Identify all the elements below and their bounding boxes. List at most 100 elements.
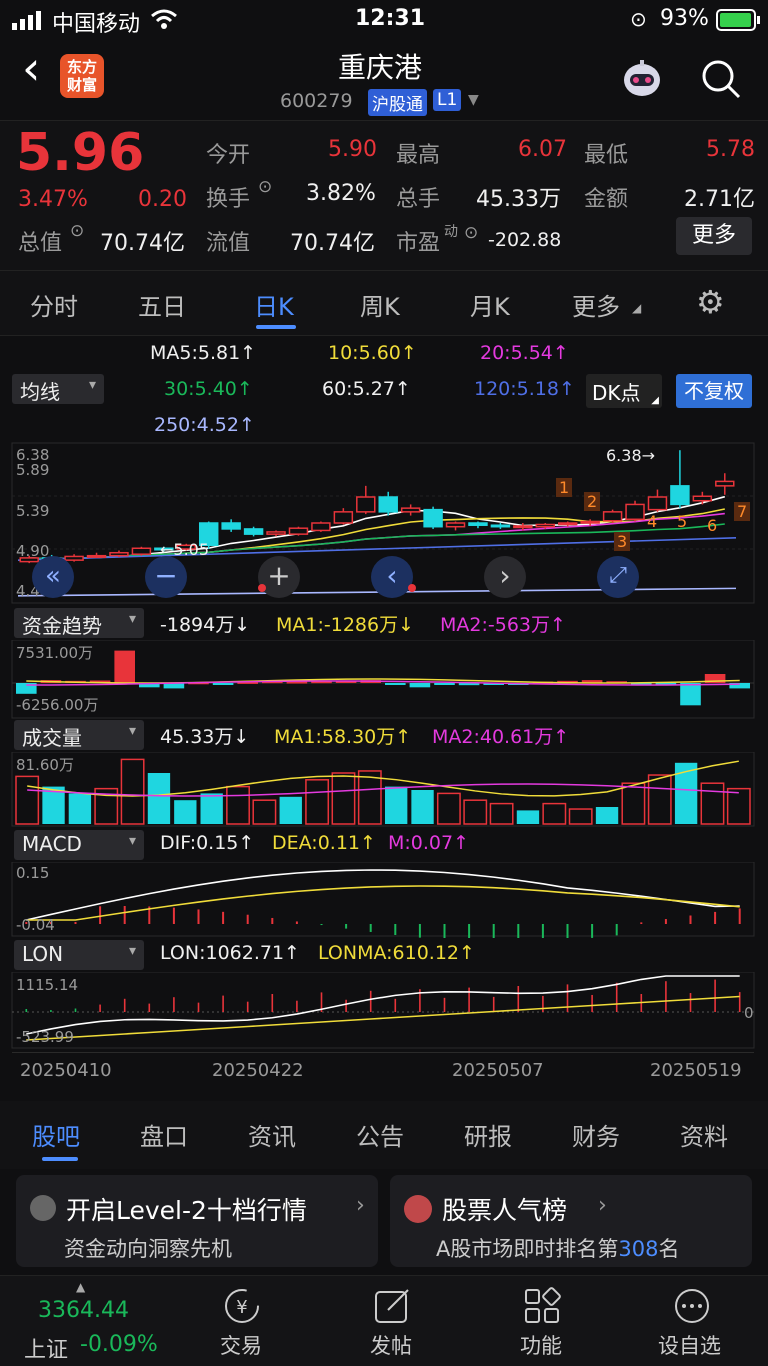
high-label: 最高	[396, 143, 441, 168]
capital-flow-chart[interactable]	[0, 640, 768, 720]
info-icon[interactable]: ⊙	[70, 221, 84, 241]
flow-bar	[434, 683, 455, 685]
pe-label: 市盈	[396, 231, 441, 256]
compose-icon[interactable]	[372, 1286, 412, 1326]
dk-marker[interactable]: 7	[734, 502, 751, 521]
chevron-down-icon[interactable]: ▼	[468, 92, 479, 108]
zoom-out-button[interactable]: −	[145, 556, 187, 598]
volume-value: 45.33万↓	[160, 726, 250, 748]
dk-marker[interactable]: 3	[614, 532, 631, 551]
pe-dynamic-sup: 动	[444, 224, 458, 240]
tab-five-day[interactable]: 五日	[138, 287, 186, 322]
lon-indicator-select[interactable]: LON	[14, 940, 144, 970]
trade-label[interactable]: 交易	[220, 1330, 262, 1360]
more-button[interactable]: 更多	[676, 217, 752, 255]
battery-icon	[716, 9, 760, 31]
volume-bar	[726, 787, 751, 825]
tab-news[interactable]: 资讯	[248, 1117, 296, 1152]
index-name[interactable]: 上证	[24, 1332, 68, 1364]
flow-indicator-select[interactable]: 资金趋势	[14, 608, 144, 638]
search-icon[interactable]	[700, 58, 742, 100]
volume-bar	[568, 808, 593, 825]
volume-top-label: 81.60万	[16, 756, 74, 774]
amount-label: 金额	[584, 187, 629, 212]
zoom-in-button[interactable]: +	[258, 556, 300, 598]
more-dots-icon[interactable]	[672, 1286, 712, 1326]
fullscreen-button[interactable]: ⤢	[597, 556, 639, 598]
ma-type-select[interactable]: 均线	[12, 374, 104, 404]
candle-body	[580, 520, 600, 524]
volume-bar	[305, 779, 330, 825]
dk-marker[interactable]: 4	[644, 512, 660, 531]
card-title: 开启Level-2十档行情	[66, 1196, 307, 1225]
volume-bar	[279, 796, 302, 824]
scroll-start-button[interactable]: «	[32, 556, 74, 598]
volume-bar	[200, 793, 223, 824]
lon-chart[interactable]	[0, 972, 768, 1052]
y-label: 5.39	[16, 502, 50, 520]
gear-icon[interactable]: ⚙	[696, 283, 725, 321]
candle-body	[243, 528, 264, 535]
info-icon[interactable]: ⊙	[464, 223, 478, 243]
tab-research[interactable]: 研报	[464, 1117, 512, 1152]
volume-bar	[463, 799, 488, 825]
candle-body	[715, 480, 735, 487]
scroll-right-button[interactable]: ›	[484, 556, 526, 598]
macd-indicator-select[interactable]: MACD	[14, 830, 144, 860]
amount-value: 2.71亿	[684, 187, 755, 212]
volume-chart[interactable]	[0, 752, 768, 828]
no-adjust-button[interactable]: 不复权	[676, 374, 752, 408]
add-watchlist-label[interactable]: 设自选	[658, 1330, 721, 1360]
tab-financials[interactable]: 财务	[572, 1117, 620, 1152]
chart-area: MA5:5.81↑ 10:5.60↑ 20:5.54↑ 均线 30:5.40↑ …	[0, 336, 768, 1101]
index-change[interactable]: -0.09%	[80, 1332, 158, 1357]
robot-assistant-icon[interactable]	[620, 58, 664, 100]
trade-icon[interactable]: ¥	[222, 1286, 262, 1326]
candle-body	[557, 522, 578, 526]
flow-bar	[385, 683, 406, 685]
volume-indicator-select[interactable]: 成交量	[14, 720, 144, 750]
grid-icon[interactable]	[522, 1286, 562, 1326]
dk-marker[interactable]: 2	[584, 492, 601, 511]
candle-body	[602, 511, 623, 522]
tab-order-book[interactable]: 盘口	[140, 1117, 188, 1152]
ma20-label: 20:5.54↑	[480, 342, 569, 364]
lonma-line	[26, 995, 740, 1041]
macd-chart[interactable]	[0, 862, 768, 938]
turnover-label: 换手	[206, 187, 251, 212]
dk-point-toggle[interactable]: DK点 ◢	[586, 374, 662, 408]
post-label[interactable]: 发帖	[370, 1330, 412, 1360]
functions-label[interactable]: 功能	[520, 1330, 562, 1360]
candle-body	[311, 522, 331, 532]
tab-guba[interactable]: 股吧	[32, 1117, 80, 1152]
dk-marker[interactable]: 6	[704, 516, 720, 535]
candle-body	[64, 555, 84, 561]
tab-intraday[interactable]: 分时	[30, 287, 78, 322]
low-value: 5.78	[706, 137, 755, 162]
tab-weekly-k[interactable]: 周K	[360, 287, 400, 322]
flow-top-label: 7531.00万	[16, 644, 94, 662]
signal-icon	[12, 11, 41, 30]
dk-marker[interactable]: 1	[556, 478, 573, 497]
index-value[interactable]: 3364.44	[38, 1298, 129, 1323]
tab-monthly-k[interactable]: 月K	[470, 287, 510, 322]
dk-marker[interactable]: 5	[674, 512, 690, 531]
macd-dif: DIF:0.15↑	[160, 832, 255, 854]
candle-body	[513, 525, 533, 529]
popularity-card[interactable]: 股票人气榜 › A股市场即时排名第308名	[390, 1175, 752, 1267]
info-icon[interactable]: ⊙	[258, 177, 272, 197]
stock-name: 重庆港	[338, 51, 423, 84]
tab-announcements[interactable]: 公告	[356, 1117, 404, 1152]
scroll-left-button[interactable]: ‹	[371, 556, 413, 598]
tab-more[interactable]: 更多	[572, 287, 620, 322]
lon-zero-label: 0	[744, 1004, 754, 1022]
tab-daily-k[interactable]: 日K	[254, 287, 294, 322]
tab-profile[interactable]: 资料	[680, 1117, 728, 1152]
volume-bar	[700, 782, 725, 825]
wifi-icon	[151, 9, 177, 29]
back-icon[interactable]: ‹	[22, 45, 40, 91]
level2-card[interactable]: 开启Level-2十档行情 › 资金动向洞察先机	[16, 1175, 378, 1267]
card-subtitle: 资金动向洞察先机	[64, 1237, 232, 1261]
ma5-label: MA5:5.81↑	[150, 342, 257, 364]
volume-bar	[385, 786, 408, 824]
